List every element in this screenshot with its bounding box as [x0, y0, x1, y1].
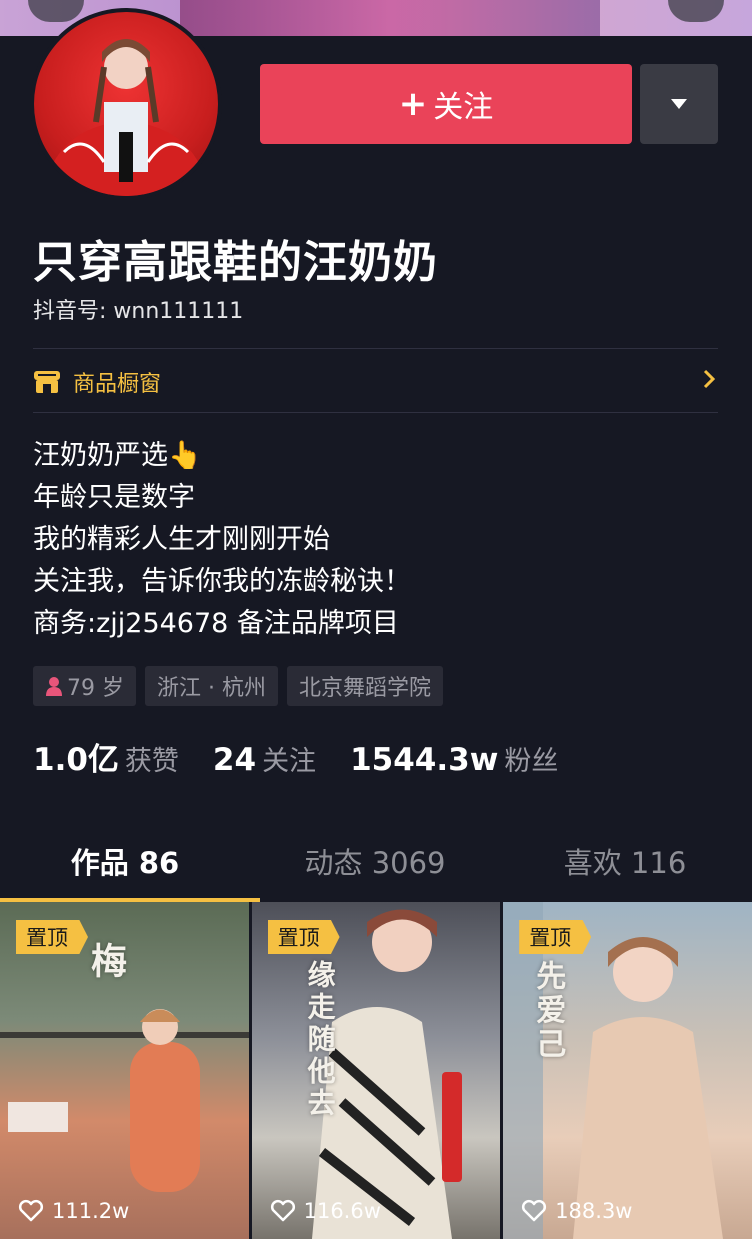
fans-stat[interactable]: 1544.3w 粉丝: [350, 739, 558, 778]
bio-line: 关注我，告诉你我的冻龄秘诀！: [33, 566, 411, 597]
fans-count: 1544.3w: [350, 742, 499, 778]
age-tag: 79 岁: [33, 666, 136, 706]
video-likes: 188.3w: [521, 1199, 632, 1223]
video-likes-count: 188.3w: [555, 1199, 633, 1223]
fans-label: 粉丝: [504, 746, 559, 777]
tab-posts[interactable]: 动态 3069: [250, 820, 500, 902]
heart-icon: [18, 1199, 44, 1222]
video-likes-count: 111.2w: [52, 1199, 130, 1223]
video-thumbnail[interactable]: 梅 置顶 111.2w: [0, 902, 249, 1239]
thumbnail-caption: 缘走随他去: [303, 960, 337, 1120]
tab-likes[interactable]: 喜欢 116: [500, 820, 750, 902]
video-thumbnail[interactable]: 先爱己 置顶 188.3w: [503, 902, 752, 1239]
douyin-id[interactable]: 抖音号: wnn111111: [33, 293, 243, 325]
likes-stat[interactable]: 1.0亿 获赞: [33, 734, 179, 779]
follow-button[interactable]: + 关注: [260, 64, 632, 144]
video-likes: 116.6w: [270, 1199, 381, 1223]
thumbnail-caption: 先爱己: [530, 960, 566, 1062]
pinned-badge: 置顶: [519, 920, 592, 954]
profile-bio: 汪奶奶严选👆 年龄只是数字 我的精彩人生才刚刚开始 关注我，告诉你我的冻龄秘诀！…: [33, 435, 411, 645]
shop-icon: [34, 371, 60, 393]
likes-label: 获赞: [124, 746, 179, 777]
shop-window-label: 商品橱窗: [73, 372, 162, 397]
video-likes: 111.2w: [18, 1199, 129, 1223]
video-likes-count: 116.6w: [303, 1199, 381, 1223]
pinned-badge: 置顶: [267, 920, 340, 954]
bio-line: 我的精彩人生才刚刚开始: [33, 524, 330, 555]
bio-line: 年龄只是数字: [33, 482, 195, 513]
follow-button-label: 关注: [433, 90, 494, 125]
shop-window-row[interactable]: 商品橱窗: [33, 352, 718, 412]
location-tag: 浙江 · 杭州: [145, 666, 278, 706]
follow-dropdown-button[interactable]: [640, 64, 718, 144]
following-stat[interactable]: 24 关注: [213, 739, 316, 778]
profile-tabs: 作品 86 动态 3069 喜欢 116: [0, 820, 752, 902]
video-thumbnail[interactable]: 缘走随他去 置顶 116.6w: [251, 902, 501, 1239]
likes-count: 1.0亿: [33, 742, 119, 778]
divider: [33, 348, 718, 349]
following-count: 24: [212, 742, 257, 778]
school-tag: 北京舞蹈学院: [286, 666, 443, 706]
female-icon: [46, 677, 62, 696]
tab-works[interactable]: 作品 86: [0, 820, 260, 902]
avatar[interactable]: [30, 8, 222, 200]
following-label: 关注: [262, 746, 317, 777]
plus-icon: +: [398, 84, 428, 124]
caret-down-icon: [671, 99, 687, 109]
bio-line: 汪奶奶严选👆: [33, 440, 202, 471]
avatar-photo: [46, 39, 206, 196]
bio-line: 商务:zjj254678 备注品牌项目: [33, 608, 399, 639]
heart-icon: [270, 1199, 295, 1222]
heart-icon: [522, 1199, 547, 1222]
divider: [33, 412, 718, 413]
profile-name: 只穿高跟鞋的汪奶奶: [33, 237, 438, 288]
video-grid: 梅 置顶 111.2w 缘走随他去 置顶 116.6w 先爱己 置顶 188.3…: [0, 902, 752, 1239]
profile-tags: 79 岁 浙江 · 杭州 北京舞蹈学院: [33, 666, 443, 706]
profile-stats: 1.0亿 获赞 24 关注 1544.3w 粉丝: [33, 734, 592, 779]
pinned-badge: 置顶: [16, 920, 88, 954]
chevron-right-icon: [703, 369, 716, 389]
